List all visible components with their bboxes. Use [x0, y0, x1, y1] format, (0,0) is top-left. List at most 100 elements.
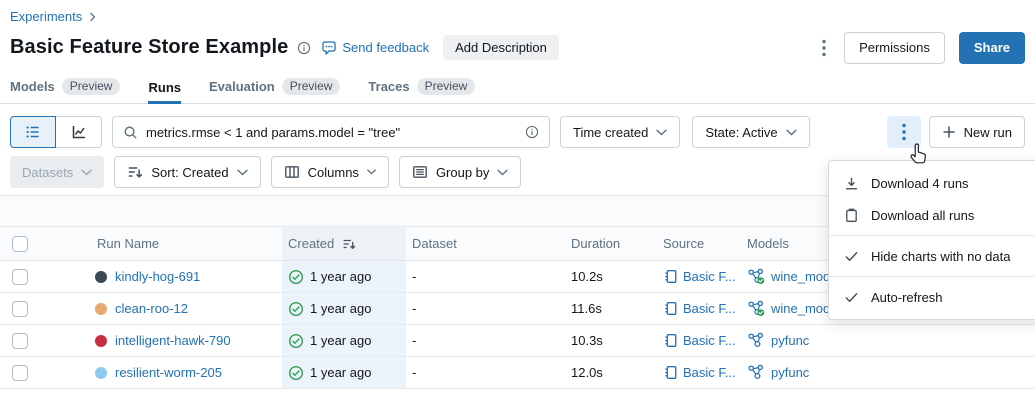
menu-divider — [829, 235, 1035, 236]
chevron-down-icon — [497, 169, 508, 176]
search-icon — [123, 125, 138, 140]
sort-dropdown[interactable]: Sort: Created — [114, 156, 260, 188]
row-checkbox[interactable] — [12, 365, 28, 381]
kebab-icon — [902, 123, 906, 141]
duration-cell: 10.2s — [565, 269, 658, 284]
duration-cell: 10.3s — [565, 333, 658, 348]
chart-view-button[interactable] — [56, 116, 102, 148]
source-link[interactable]: Basic F... — [683, 301, 736, 316]
add-description-button[interactable]: Add Description — [443, 35, 559, 60]
header-source[interactable]: Source — [658, 236, 740, 251]
experiment-page: Experiments Basic Feature Store Example … — [0, 0, 1035, 403]
sort-label: Sort: Created — [151, 165, 228, 180]
row-checkbox[interactable] — [12, 333, 28, 349]
menu-item-hide-charts-no-data[interactable]: Hide charts with no data — [829, 240, 1035, 272]
source-cell: Basic F... — [658, 365, 740, 380]
chevron-down-icon — [786, 129, 797, 136]
row-checkbox[interactable] — [12, 301, 28, 317]
source-link[interactable]: Basic F... — [683, 269, 736, 284]
run-name-link[interactable]: kindly-hog-691 — [115, 269, 200, 284]
permissions-button[interactable]: Permissions — [844, 32, 945, 64]
row-checkbox[interactable] — [12, 269, 28, 285]
run-name-link[interactable]: resilient-worm-205 — [115, 365, 222, 380]
tab-traces[interactable]: Traces Preview — [368, 78, 475, 103]
header-overflow-menu-icon[interactable] — [818, 35, 830, 61]
feedback-bubble-icon — [321, 40, 337, 56]
menu-item-download-all-runs[interactable]: Download all runs — [829, 199, 1035, 231]
columns-dropdown[interactable]: Columns — [271, 156, 389, 188]
menu-item-auto-refresh[interactable]: Auto-refresh — [829, 281, 1035, 313]
notebook-icon — [663, 269, 678, 284]
source-link[interactable]: Basic F... — [683, 365, 736, 380]
chevron-right-icon — [88, 12, 98, 22]
header-dataset[interactable]: Dataset — [406, 236, 565, 251]
status-finished-icon — [288, 365, 304, 381]
time-created-label: Time created — [573, 125, 648, 140]
duration-cell: 12.0s — [565, 365, 658, 380]
header-duration[interactable]: Duration — [565, 236, 658, 251]
menu-item-download-4-runs[interactable]: Download 4 runs — [829, 167, 1035, 199]
run-name-link[interactable]: intelligent-hawk-790 — [115, 333, 231, 348]
table-row[interactable]: resilient-worm-205 1 year ago - 12.0s Ba… — [0, 357, 1035, 389]
breadcrumb: Experiments — [0, 0, 1035, 24]
preview-badge: Preview — [62, 78, 121, 95]
state-filter-dropdown[interactable]: State: Active — [692, 116, 809, 148]
created-cell: 1 year ago — [282, 261, 406, 292]
model-link[interactable]: pyfunc — [771, 333, 809, 348]
created-value: 1 year ago — [310, 301, 371, 316]
datasets-label: Datasets — [22, 165, 73, 180]
run-name-cell: resilient-worm-205 — [48, 365, 282, 380]
search-input[interactable] — [146, 125, 517, 140]
source-link[interactable]: Basic F... — [683, 333, 736, 348]
send-feedback-label: Send feedback — [342, 40, 429, 55]
row-checkbox-cell — [0, 293, 48, 324]
tab-models[interactable]: Models Preview — [10, 78, 120, 103]
list-view-icon — [25, 124, 41, 140]
menu-item-label: Download all runs — [871, 208, 974, 223]
dataset-cell: - — [406, 301, 565, 316]
run-name-cell: intelligent-hawk-790 — [48, 333, 282, 348]
tab-models-label: Models — [10, 79, 55, 94]
models-cell: pyfunc — [740, 364, 1035, 381]
dataset-cell: - — [406, 365, 565, 380]
group-by-dropdown[interactable]: Group by — [399, 156, 521, 188]
checkmark-icon — [843, 249, 859, 264]
tab-traces-label: Traces — [368, 79, 409, 94]
table-row[interactable]: intelligent-hawk-790 1 year ago - 10.3s … — [0, 325, 1035, 357]
created-value: 1 year ago — [310, 365, 371, 380]
header-checkbox-cell — [0, 227, 48, 260]
runs-search-box — [112, 116, 550, 148]
tab-evaluation[interactable]: Evaluation Preview — [209, 78, 340, 103]
plus-icon — [942, 125, 956, 139]
tab-runs[interactable]: Runs — [148, 80, 181, 103]
select-all-checkbox[interactable] — [12, 236, 28, 252]
list-view-button[interactable] — [10, 116, 56, 148]
info-icon[interactable] — [297, 41, 311, 55]
header-created[interactable]: Created — [282, 227, 406, 260]
runs-overflow-menu-button[interactable] — [887, 116, 921, 148]
time-created-dropdown[interactable]: Time created — [560, 116, 680, 148]
run-name-link[interactable]: clean-roo-12 — [115, 301, 188, 316]
model-link[interactable]: pyfunc — [771, 365, 809, 380]
source-cell: Basic F... — [658, 333, 740, 348]
run-name-cell: clean-roo-12 — [48, 301, 282, 316]
header-run-name[interactable]: Run Name — [48, 236, 282, 251]
new-run-button[interactable]: New run — [929, 116, 1025, 148]
chevron-down-icon — [656, 129, 667, 136]
model-icon — [747, 268, 765, 285]
title-row: Basic Feature Store Example Send feedbac… — [0, 24, 1035, 64]
model-icon — [747, 364, 765, 381]
sort-active-icon — [342, 237, 356, 251]
share-button[interactable]: Share — [959, 32, 1025, 64]
sort-icon — [127, 164, 143, 180]
run-color-dot — [95, 303, 107, 315]
chevron-down-icon — [81, 169, 92, 176]
chevron-down-icon — [237, 169, 248, 176]
duration-cell: 11.6s — [565, 301, 658, 316]
run-name-cell: kindly-hog-691 — [48, 269, 282, 284]
breadcrumb-experiments-link[interactable]: Experiments — [10, 9, 82, 24]
send-feedback-link[interactable]: Send feedback — [321, 40, 429, 56]
search-info-icon[interactable] — [525, 125, 539, 139]
page-title: Basic Feature Store Example — [10, 36, 288, 59]
menu-divider — [829, 276, 1035, 277]
